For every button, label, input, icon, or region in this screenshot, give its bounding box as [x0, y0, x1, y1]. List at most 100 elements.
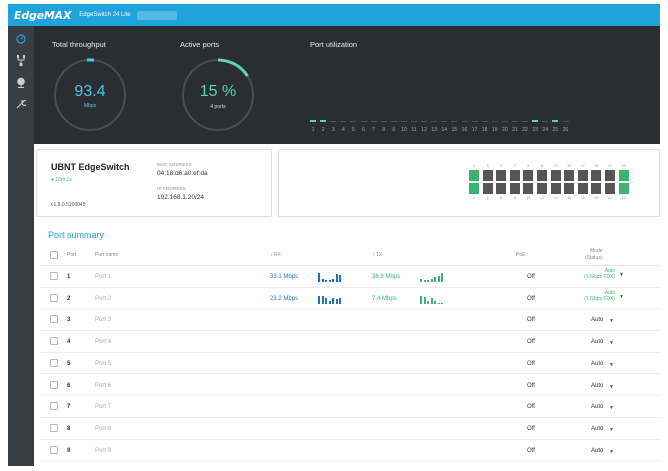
mode-value[interactable]: Auto [591, 448, 603, 454]
table-row[interactable]: 6 Port 6 Off Auto ▼ [40, 375, 660, 397]
mode-value[interactable]: Auto (1 Gbps FDX) [565, 290, 615, 302]
poe-status[interactable]: Off [527, 383, 535, 389]
table-row[interactable]: 8 Port 8 Off Auto ▼ [40, 418, 660, 440]
header-tx[interactable]: ↑ TX [372, 252, 382, 258]
sparkline-bar [332, 297, 334, 304]
chevron-down-icon[interactable]: ▼ [609, 405, 614, 411]
poe-status[interactable]: Off [527, 448, 535, 454]
switch-port[interactable] [550, 183, 561, 194]
switch-port-number: 4 [486, 196, 489, 200]
row-checkbox[interactable] [50, 445, 58, 454]
switch-port-number: 23 [621, 164, 626, 168]
header-port-name[interactable]: Port name [95, 252, 118, 258]
chevron-down-icon[interactable]: ▼ [609, 384, 614, 390]
switch-port[interactable] [577, 183, 588, 194]
switch-port[interactable] [523, 183, 534, 194]
switch-port[interactable] [564, 183, 575, 194]
edgemax-logo[interactable]: EdgeMAX [14, 9, 71, 22]
sparkline-bar [420, 295, 422, 304]
link-status: (1 Gbps FDX) [584, 295, 615, 302]
header-rx[interactable]: ↓ RX [270, 252, 281, 258]
port-name: Port 5 [95, 360, 112, 367]
topology-icon[interactable] [13, 53, 29, 67]
utilization-bar [461, 121, 468, 122]
switch-port[interactable] [509, 170, 520, 181]
chevron-down-icon[interactable]: ▼ [609, 427, 614, 433]
mode-value[interactable]: Auto [591, 404, 603, 410]
throughput-unit: Mbps [83, 103, 97, 109]
row-checkbox[interactable] [50, 402, 58, 411]
switch-port[interactable] [618, 170, 629, 181]
mode-value[interactable]: Auto [591, 317, 603, 323]
chevron-down-icon[interactable]: ▼ [609, 449, 614, 455]
port-summary-title: Port summary [48, 230, 105, 240]
chevron-down-icon[interactable]: ▼ [609, 362, 614, 368]
utilization-bar [400, 121, 407, 122]
firmware-version: v1.8.0.5106045 [51, 202, 86, 208]
row-checkbox[interactable] [50, 423, 58, 432]
switch-port[interactable] [591, 183, 602, 194]
chevron-down-icon[interactable]: ▼ [609, 340, 614, 346]
header-mode[interactable]: Mode [590, 248, 603, 254]
table-row[interactable]: 1 Port 1 33.1 Mbps 38.9 Mbps Off Auto (1 Gbps … [40, 266, 660, 288]
device-model: EdgeSwitch 24 Lite [79, 12, 131, 18]
row-checkbox[interactable] [50, 380, 58, 389]
mode-value[interactable]: Auto [591, 361, 603, 367]
switch-port[interactable] [605, 170, 615, 181]
switch-port[interactable] [537, 170, 547, 181]
wrench-icon[interactable] [13, 97, 29, 111]
poe-status[interactable]: Off [527, 404, 535, 410]
table-row[interactable]: 5 Port 5 Off Auto ▼ [40, 353, 660, 375]
mode-value[interactable]: Auto [591, 426, 603, 432]
switch-port-number: 21 [608, 164, 612, 168]
table-row[interactable]: 3 Port 3 Off Auto ▼ [40, 309, 660, 332]
top-bar: EdgeMAX EdgeSwitch 24 Lite [8, 4, 660, 26]
poe-status[interactable]: Off [527, 296, 535, 302]
switch-port[interactable] [618, 183, 629, 194]
switch-port[interactable] [482, 170, 493, 181]
switch-port[interactable] [591, 170, 602, 181]
row-checkbox[interactable] [50, 293, 58, 302]
table-row[interactable]: 9 Port 9 Off Auto ▼ [40, 440, 660, 462]
active-ports-count: 4 ports [210, 104, 226, 110]
port-number-label: 11 [411, 127, 417, 133]
switch-port[interactable] [564, 170, 575, 181]
mode-value[interactable]: Auto [591, 339, 603, 345]
select-all-checkbox[interactable] [50, 251, 58, 259]
switch-port[interactable] [496, 183, 507, 194]
dashboard-icon[interactable] [13, 32, 29, 46]
poe-status[interactable]: Off [527, 361, 535, 367]
chevron-down-icon[interactable]: ▼ [619, 294, 624, 300]
table-row[interactable]: 7 Port 7 Off Auto ▼ [40, 396, 660, 418]
sparkline-bar [427, 300, 429, 304]
header-poe[interactable]: PoE [516, 252, 525, 258]
poe-status[interactable]: Off [527, 339, 535, 345]
globe-icon[interactable] [13, 75, 29, 89]
switch-port[interactable] [469, 183, 479, 194]
table-row[interactable]: 4 Port 4 Off Auto ▼ [40, 331, 660, 353]
mode-value[interactable]: Auto [591, 383, 603, 389]
switch-port[interactable] [496, 170, 507, 181]
poe-status[interactable]: Off [527, 274, 535, 280]
switch-port[interactable] [550, 170, 561, 181]
header-port[interactable]: Port [67, 252, 76, 258]
poe-status[interactable]: Off [527, 317, 535, 323]
switch-port[interactable] [605, 183, 615, 194]
chevron-down-icon[interactable]: ▼ [619, 272, 624, 278]
row-checkbox[interactable] [50, 337, 58, 346]
poe-status[interactable]: Off [527, 426, 535, 432]
switch-port[interactable] [469, 170, 479, 181]
table-row[interactable]: 2 Port 2 23.2 Mbps 7.4 Mbps Off Auto (1 Gbps F… [40, 288, 660, 310]
switch-port[interactable] [482, 183, 493, 194]
traffic-sparkline [420, 270, 445, 282]
row-checkbox[interactable] [50, 358, 58, 367]
switch-port[interactable] [523, 170, 534, 181]
switch-port[interactable] [537, 183, 547, 194]
row-checkbox[interactable] [50, 272, 58, 280]
switch-port[interactable] [577, 170, 588, 181]
switch-port[interactable] [509, 183, 520, 194]
row-checkbox[interactable] [50, 315, 58, 324]
chevron-down-icon[interactable]: ▼ [609, 318, 614, 324]
sparkline-bar [437, 276, 440, 282]
mode-value[interactable]: Auto (1 Gbps FDX) [565, 268, 615, 280]
